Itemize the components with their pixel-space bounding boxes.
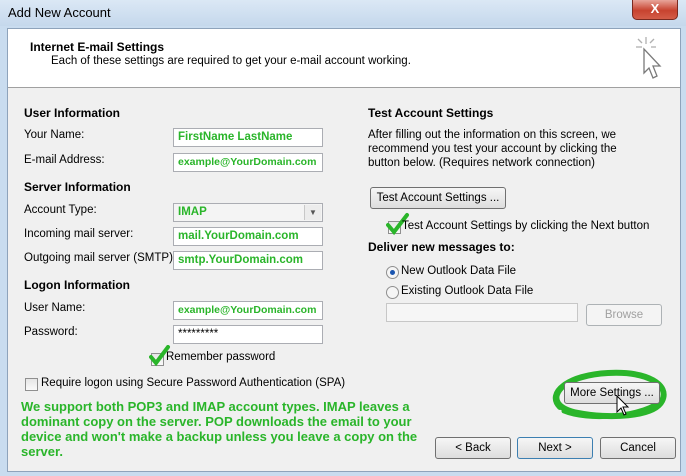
chevron-down-icon[interactable]: ▼ [304, 205, 321, 220]
user-name-label: User Name: [24, 302, 86, 314]
incoming-server-field[interactable]: mail.YourDomain.com [173, 227, 323, 246]
close-icon: X [650, 1, 660, 16]
outgoing-server-field[interactable]: smtp.YourDomain.com [173, 251, 323, 270]
outgoing-server-label: Outgoing mail server (SMTP): [24, 252, 177, 264]
close-button[interactable]: X [632, 0, 678, 20]
server-info-heading: Server Information [24, 180, 131, 194]
account-type-label: Account Type: [24, 204, 97, 216]
annotation-text: We support both POP3 and IMAP account ty… [21, 399, 418, 459]
back-button[interactable]: < Back [435, 437, 511, 459]
existing-data-file-label: Existing Outlook Data File [401, 285, 534, 297]
existing-data-file-radio[interactable] [386, 286, 399, 299]
your-name-label: Your Name: [24, 129, 85, 141]
account-type-select[interactable]: IMAP ▼ [173, 203, 323, 222]
header-subtitle: Each of these settings are required to g… [51, 55, 411, 67]
logon-info-heading: Logon Information [24, 278, 130, 292]
cancel-button[interactable]: Cancel [600, 437, 676, 459]
remember-password-label: Remember password [166, 351, 276, 363]
email-address-label: E-mail Address: [24, 154, 105, 166]
test-next-label: Test Account Settings by clicking the Ne… [402, 220, 650, 232]
existing-data-file-path[interactable] [386, 303, 578, 322]
browse-button[interactable]: Browse [586, 304, 662, 326]
test-settings-heading: Test Account Settings [368, 106, 494, 120]
user-name-field[interactable]: example@YourDomain.com [173, 301, 323, 320]
add-account-window: Add New Account X Internet E-mail Settin… [0, 0, 686, 476]
user-info-heading: User Information [24, 106, 121, 120]
header-title: Internet E-mail Settings [30, 40, 165, 54]
incoming-server-label: Incoming mail server: [24, 228, 134, 240]
new-data-file-label: New Outlook Data File [401, 265, 517, 277]
title-bar: Add New Account X [0, 0, 686, 26]
more-settings-button[interactable]: More Settings ... [564, 382, 660, 404]
test-account-settings-button[interactable]: Test Account Settings ... [370, 187, 506, 209]
dialog-client: Internet E-mail Settings Each of these s… [7, 28, 681, 472]
password-label: Password: [24, 326, 78, 338]
your-name-field[interactable]: FirstName LastName [173, 128, 323, 147]
spa-checkbox[interactable] [25, 378, 38, 391]
test-settings-description: After filling out the information on thi… [368, 129, 617, 169]
click-cursor-icon [636, 37, 662, 79]
password-field[interactable]: ********* [173, 325, 323, 344]
next-button[interactable]: Next > [517, 437, 593, 459]
mouse-pointer-icon [616, 395, 630, 416]
account-type-value: IMAP [178, 206, 207, 218]
deliver-heading: Deliver new messages to: [368, 240, 515, 254]
window-title: Add New Account [8, 5, 111, 20]
email-address-field[interactable]: example@YourDomain.com [173, 153, 323, 172]
spa-label: Require logon using Secure Password Auth… [41, 377, 346, 389]
new-data-file-radio[interactable] [386, 266, 399, 279]
dialog-header: Internet E-mail Settings Each of these s… [8, 29, 680, 88]
